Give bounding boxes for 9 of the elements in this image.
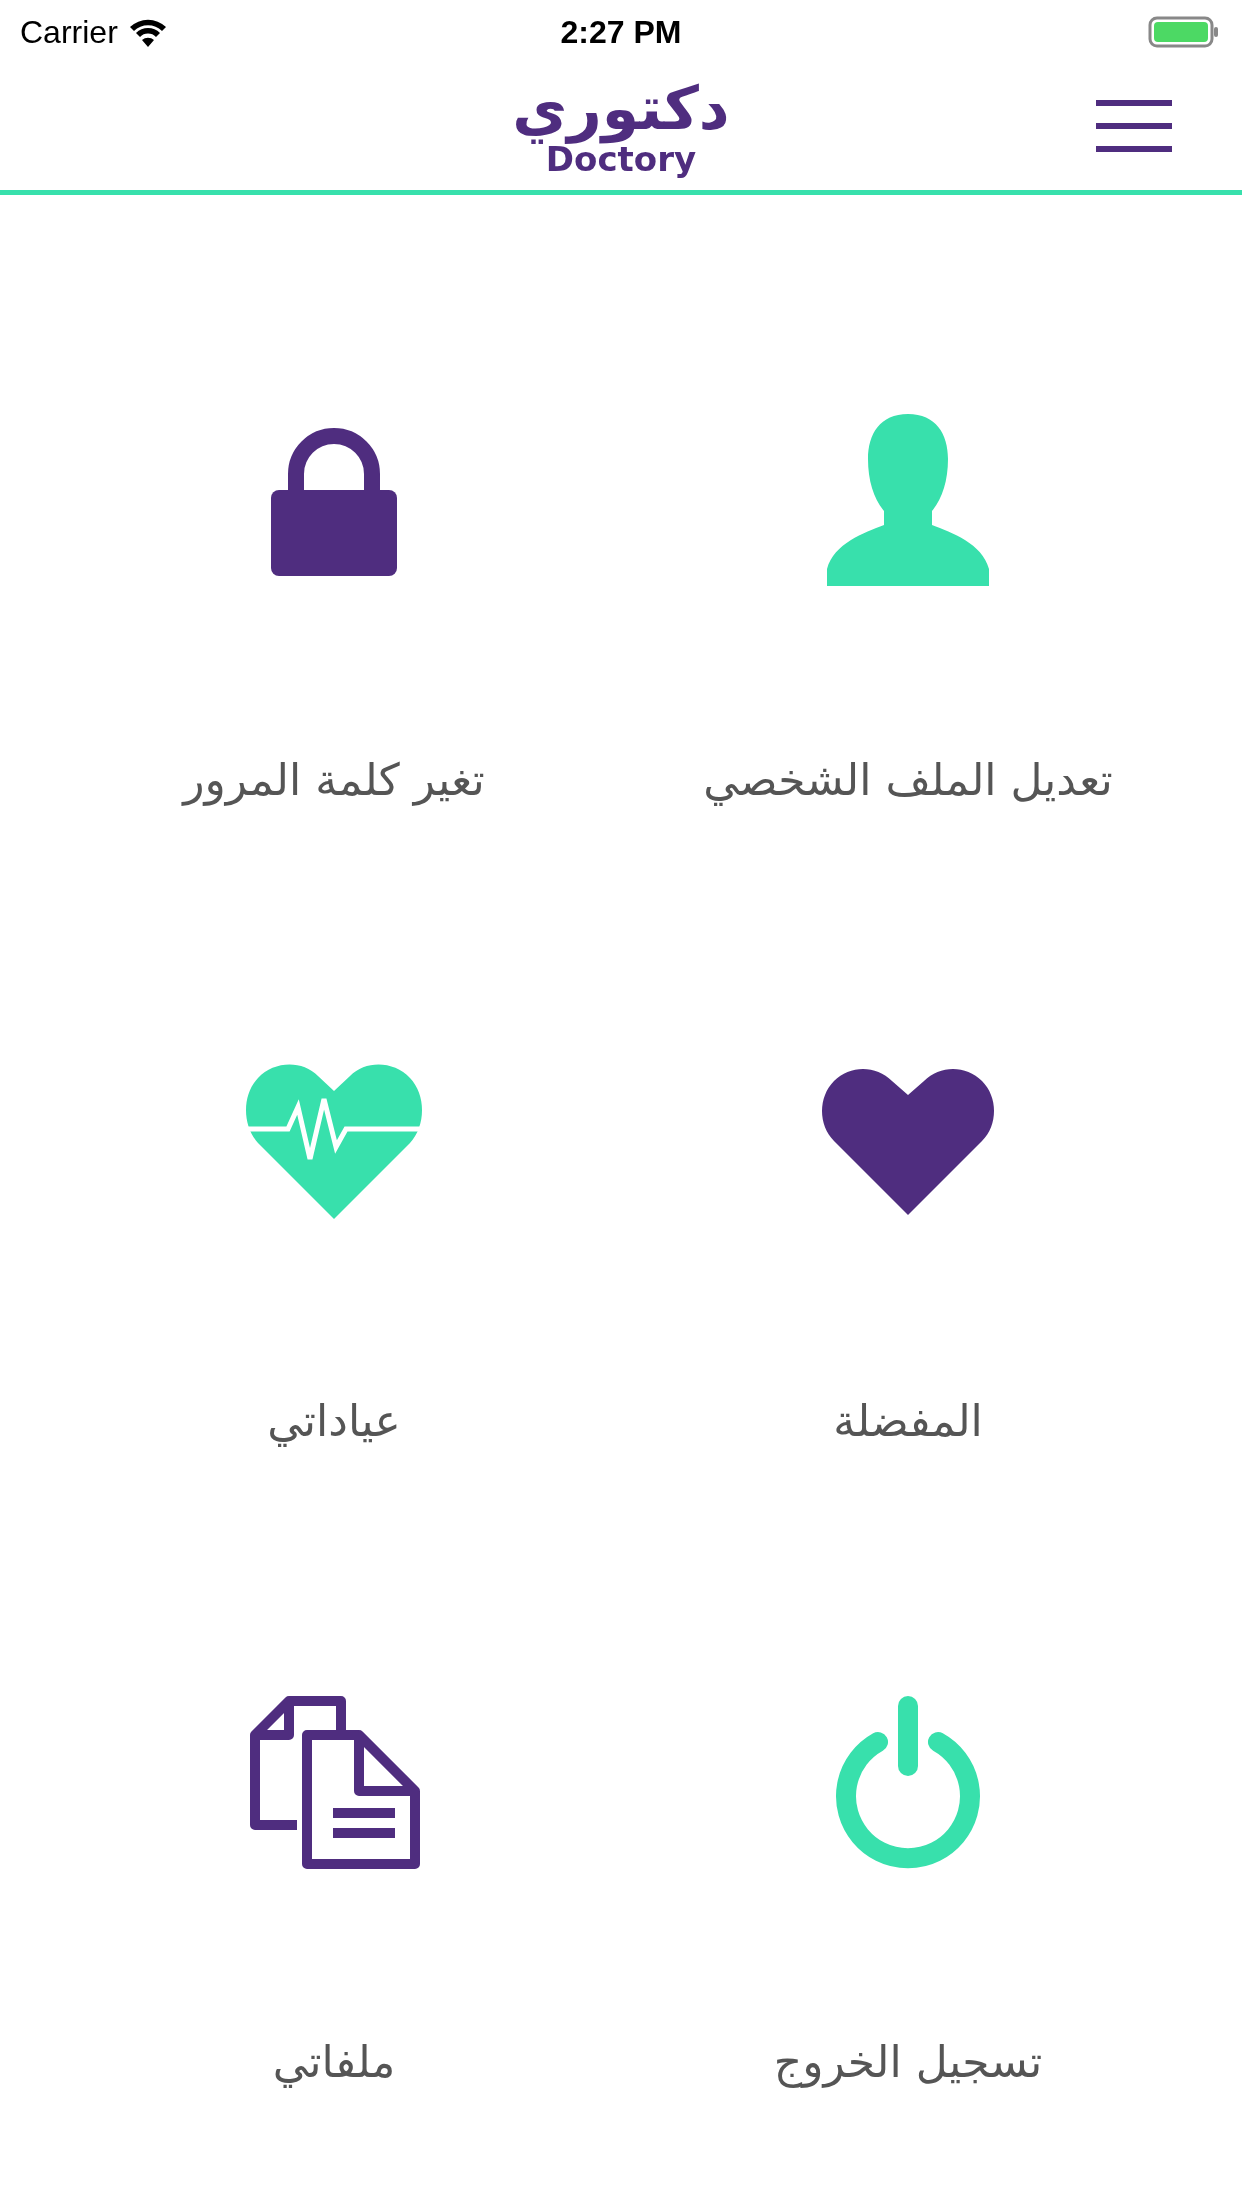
menu-label: المفضلة	[833, 1394, 983, 1448]
menu-label: تعديل الملف الشخصي	[703, 753, 1113, 808]
menu-label: عياداتي	[267, 1394, 401, 1449]
carrier-label: Carrier	[20, 13, 118, 52]
time-label: 2:27 PM	[560, 13, 682, 52]
menu-label: تسجيل الخروج	[773, 2035, 1043, 2090]
menu-label: ملفاتي	[272, 2035, 396, 2090]
menu-button[interactable]	[1096, 98, 1172, 154]
menu-label: تغير كلمة المرور	[183, 753, 485, 808]
